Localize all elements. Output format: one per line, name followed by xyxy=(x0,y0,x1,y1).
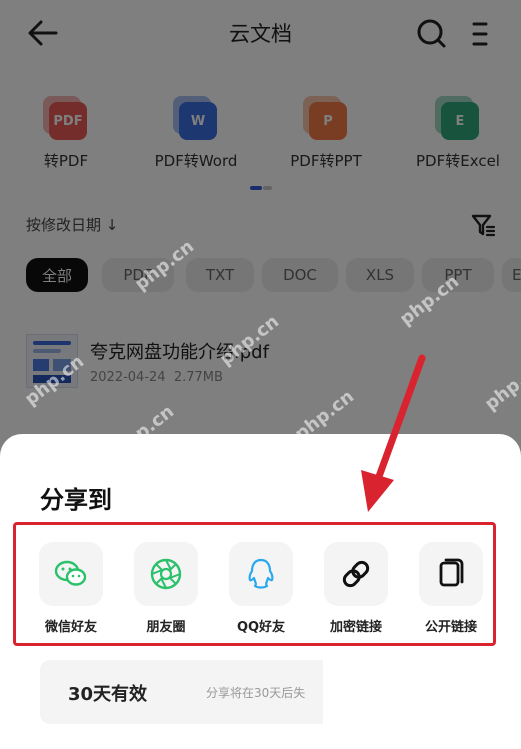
share-label: 朋友圈 xyxy=(146,620,186,635)
validity-title: 30天有效 xyxy=(68,684,148,705)
share-sheet-title: 分享到 xyxy=(40,486,112,514)
share-sheet: 分享到 微信好友 朋友圈 QQ好友 加密链接 公开链接 30天有效 分享将在30… xyxy=(0,434,521,749)
moments-icon xyxy=(134,542,198,606)
share-public-link[interactable]: 公开链接 xyxy=(406,542,496,635)
validity-description: 分享将在30天后失 xyxy=(206,686,306,700)
link-icon xyxy=(324,542,388,606)
share-label: 微信好友 xyxy=(44,620,97,635)
cropped-area xyxy=(323,646,521,749)
share-moments[interactable]: 朋友圈 xyxy=(121,542,211,635)
share-label: 加密链接 xyxy=(329,620,382,635)
copy-link-icon xyxy=(419,542,483,606)
share-qq-friend[interactable]: QQ好友 xyxy=(216,542,306,635)
share-wechat-friend[interactable]: 微信好友 xyxy=(26,542,116,635)
qq-icon xyxy=(229,542,293,606)
validity-option[interactable]: 30天有效 分享将在30天后失 xyxy=(40,660,340,724)
share-encrypted-link[interactable]: 加密链接 xyxy=(311,542,401,635)
wechat-icon xyxy=(39,542,103,606)
share-label: QQ好友 xyxy=(236,620,286,635)
share-label: 公开链接 xyxy=(424,620,477,635)
